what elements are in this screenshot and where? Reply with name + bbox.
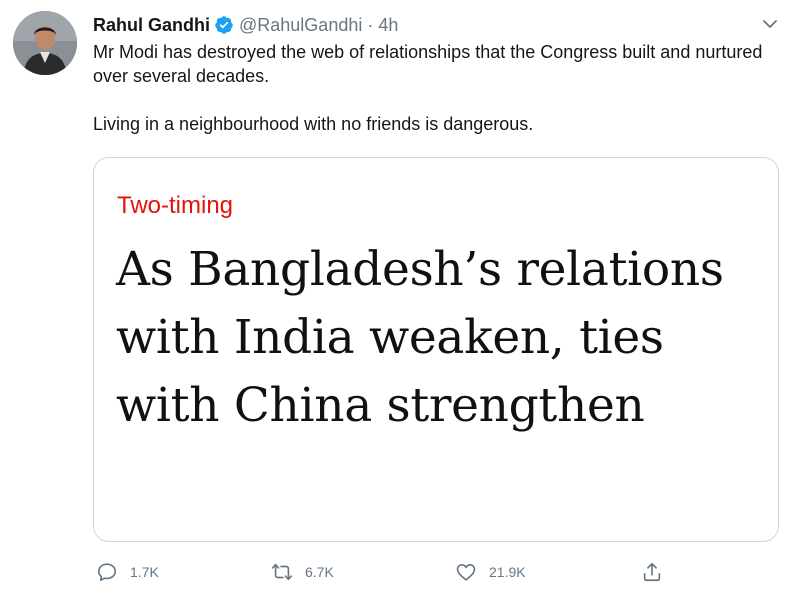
tweet[interactable]: Rahul Gandhi @RahulGandhi · 4h Mr Modi h… xyxy=(0,0,800,593)
tweet-paragraph: Mr Modi has destroyed the web of relatio… xyxy=(93,42,763,86)
retweet-count: 6.7K xyxy=(305,564,334,580)
comment-icon xyxy=(96,561,118,583)
reply-count: 1.7K xyxy=(130,564,159,580)
tweet-text: Mr Modi has destroyed the web of relatio… xyxy=(93,40,783,136)
retweet-button[interactable]: 6.7K xyxy=(271,559,334,585)
share-icon xyxy=(641,561,663,583)
author-handle[interactable]: @RahulGandhi xyxy=(239,15,362,36)
author-name[interactable]: Rahul Gandhi xyxy=(93,15,210,36)
verified-badge-icon xyxy=(214,15,234,35)
separator-dot: · xyxy=(367,14,374,35)
like-button[interactable]: 21.9K xyxy=(455,559,526,585)
card-headline: As Bangladesh’s relations with India wea… xyxy=(116,242,724,433)
heart-icon xyxy=(455,561,477,583)
like-count: 21.9K xyxy=(489,564,526,580)
avatar[interactable] xyxy=(13,11,77,75)
share-button[interactable] xyxy=(641,559,675,585)
timestamp[interactable]: 4h xyxy=(378,15,398,36)
link-card[interactable]: Two-timing As Bangladesh’s relations wit… xyxy=(93,157,779,542)
retweet-icon xyxy=(271,561,293,583)
tweet-paragraph: Living in a neighbourhood with no friend… xyxy=(93,114,534,134)
reply-button[interactable]: 1.7K xyxy=(96,559,159,585)
action-bar: 1.7K 6.7K 21.9K xyxy=(93,559,693,585)
card-kicker: Two-timing xyxy=(117,192,234,219)
tweet-header: Rahul Gandhi @RahulGandhi · 4h xyxy=(93,12,398,38)
chevron-down-icon[interactable] xyxy=(760,14,780,34)
